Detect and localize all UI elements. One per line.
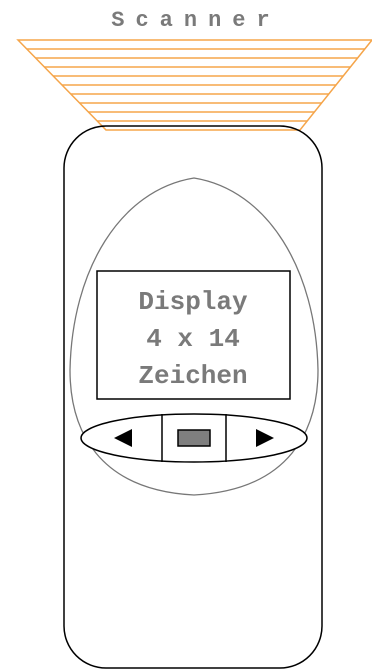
scanner-device-diagram: Scanner Display 4 x 14 Zeichen <box>16 8 372 669</box>
scanner-beam-lines <box>26 48 365 122</box>
scanner-beam <box>16 39 372 131</box>
display-line-2: 4 x 14 <box>146 324 240 354</box>
rectangle-icon <box>177 429 211 447</box>
center-key[interactable] <box>177 429 211 447</box>
display-line-3: Zeichen <box>138 361 247 391</box>
display-line-1: Display <box>138 287 248 317</box>
keypad <box>80 413 308 463</box>
scanner-label: Scanner <box>111 8 280 33</box>
